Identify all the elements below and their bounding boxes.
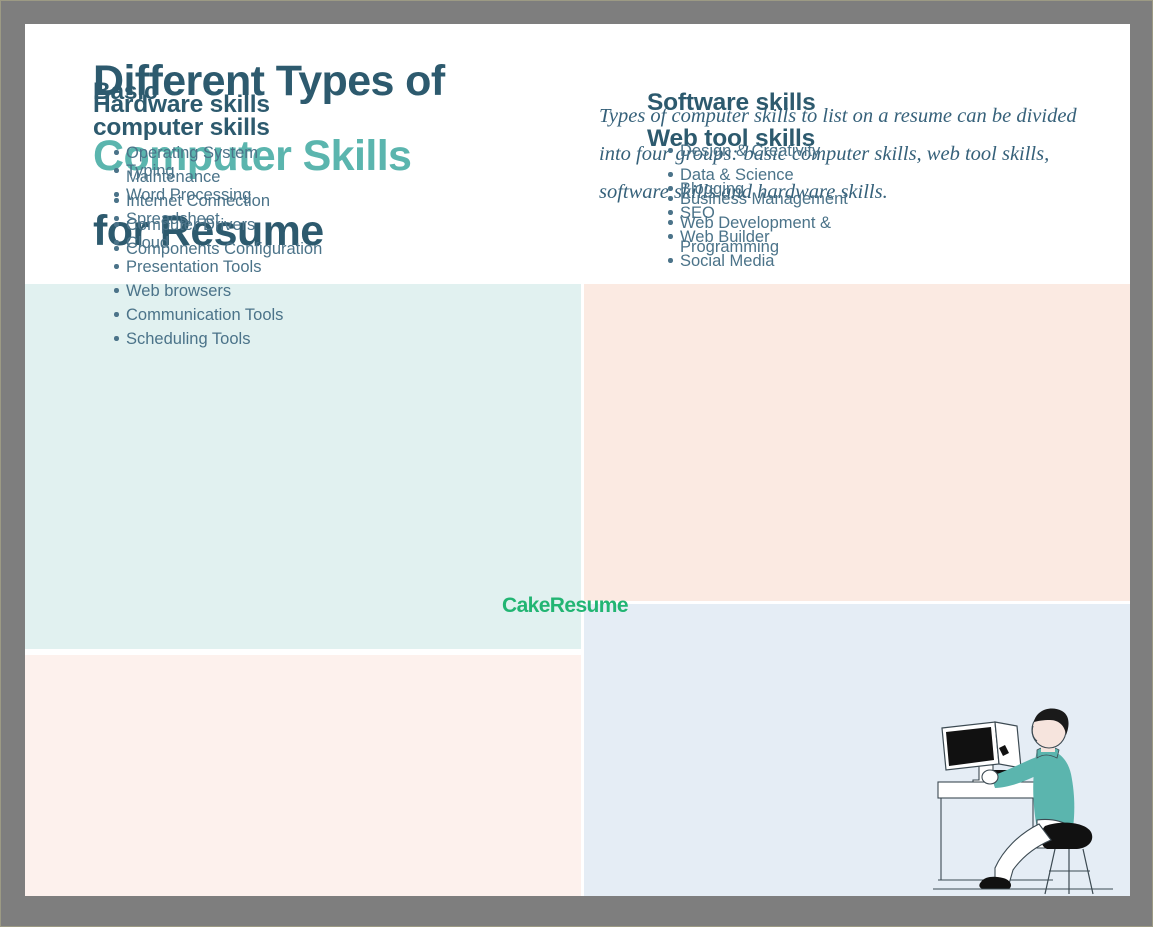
outer-frame: Different Types of Computer Skills for R… — [0, 0, 1153, 927]
list-item: Communication Tools — [114, 303, 526, 327]
infographic-canvas: Different Types of Computer Skills for R… — [25, 24, 1130, 896]
list-item: Design & Creativity — [668, 139, 925, 163]
list-item: Operating System Maintenance — [114, 141, 326, 189]
panel-hardware-skills — [25, 655, 581, 896]
list-item: Computer Drivers — [114, 213, 456, 237]
list-item: Business Management — [668, 187, 925, 211]
panel-web-tool-skills — [584, 284, 1130, 601]
list-item: Components Configuration — [114, 237, 456, 261]
list-item: Web browsers — [114, 279, 526, 303]
list-hardware-skills: Operating System Maintenance Internet Co… — [107, 141, 456, 261]
person-at-desk-illustration — [933, 708, 1113, 896]
heading-hardware-skills: Hardware skills — [93, 91, 270, 118]
list-item: Internet Connection — [114, 189, 456, 213]
list-item: Data & Science — [668, 163, 925, 187]
list-item: Web Development & Programming — [668, 211, 860, 259]
list-item: Scheduling Tools — [114, 327, 526, 351]
heading-software-skills: Software skills — [647, 89, 816, 116]
cakeresume-wordmark: CakeResume — [502, 594, 629, 617]
list-software-skills: Design & Creativity Data & Science Busin… — [661, 139, 925, 259]
